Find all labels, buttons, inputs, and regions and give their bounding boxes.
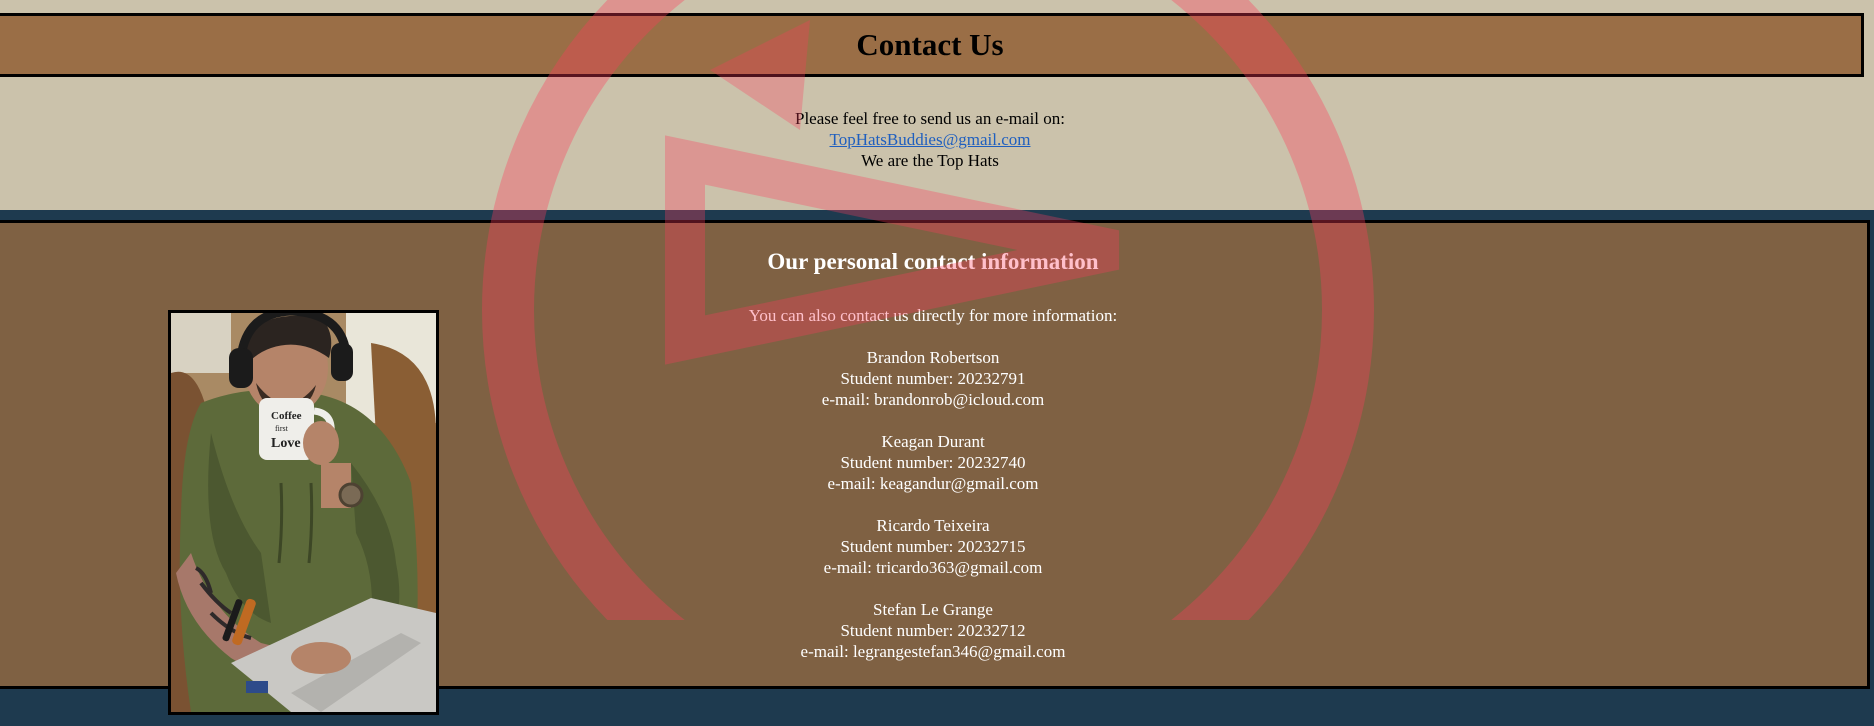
email-link[interactable]: TopHatsBuddies@gmail.com [830,130,1031,149]
intro-line: Please feel free to send us an e-mail on… [794,109,1065,128]
intro-text: Please feel free to send us an e-mail on… [0,108,1860,171]
contact-heading: Our personal contact information [767,249,1099,274]
svg-text:Love: Love [271,436,301,451]
intro-tagline: We are the Top Hats [861,151,999,170]
page-title: Contact Us [856,27,1004,62]
svg-text:Coffee: Coffee [271,410,302,422]
person-photo: Coffee first Love [168,310,439,715]
top-band: Contact Us Please feel free to send us a… [0,0,1874,210]
person-with-coffee-icon: Coffee first Love [171,313,436,712]
title-bar: Contact Us [0,13,1864,77]
svg-text:first: first [275,424,289,433]
